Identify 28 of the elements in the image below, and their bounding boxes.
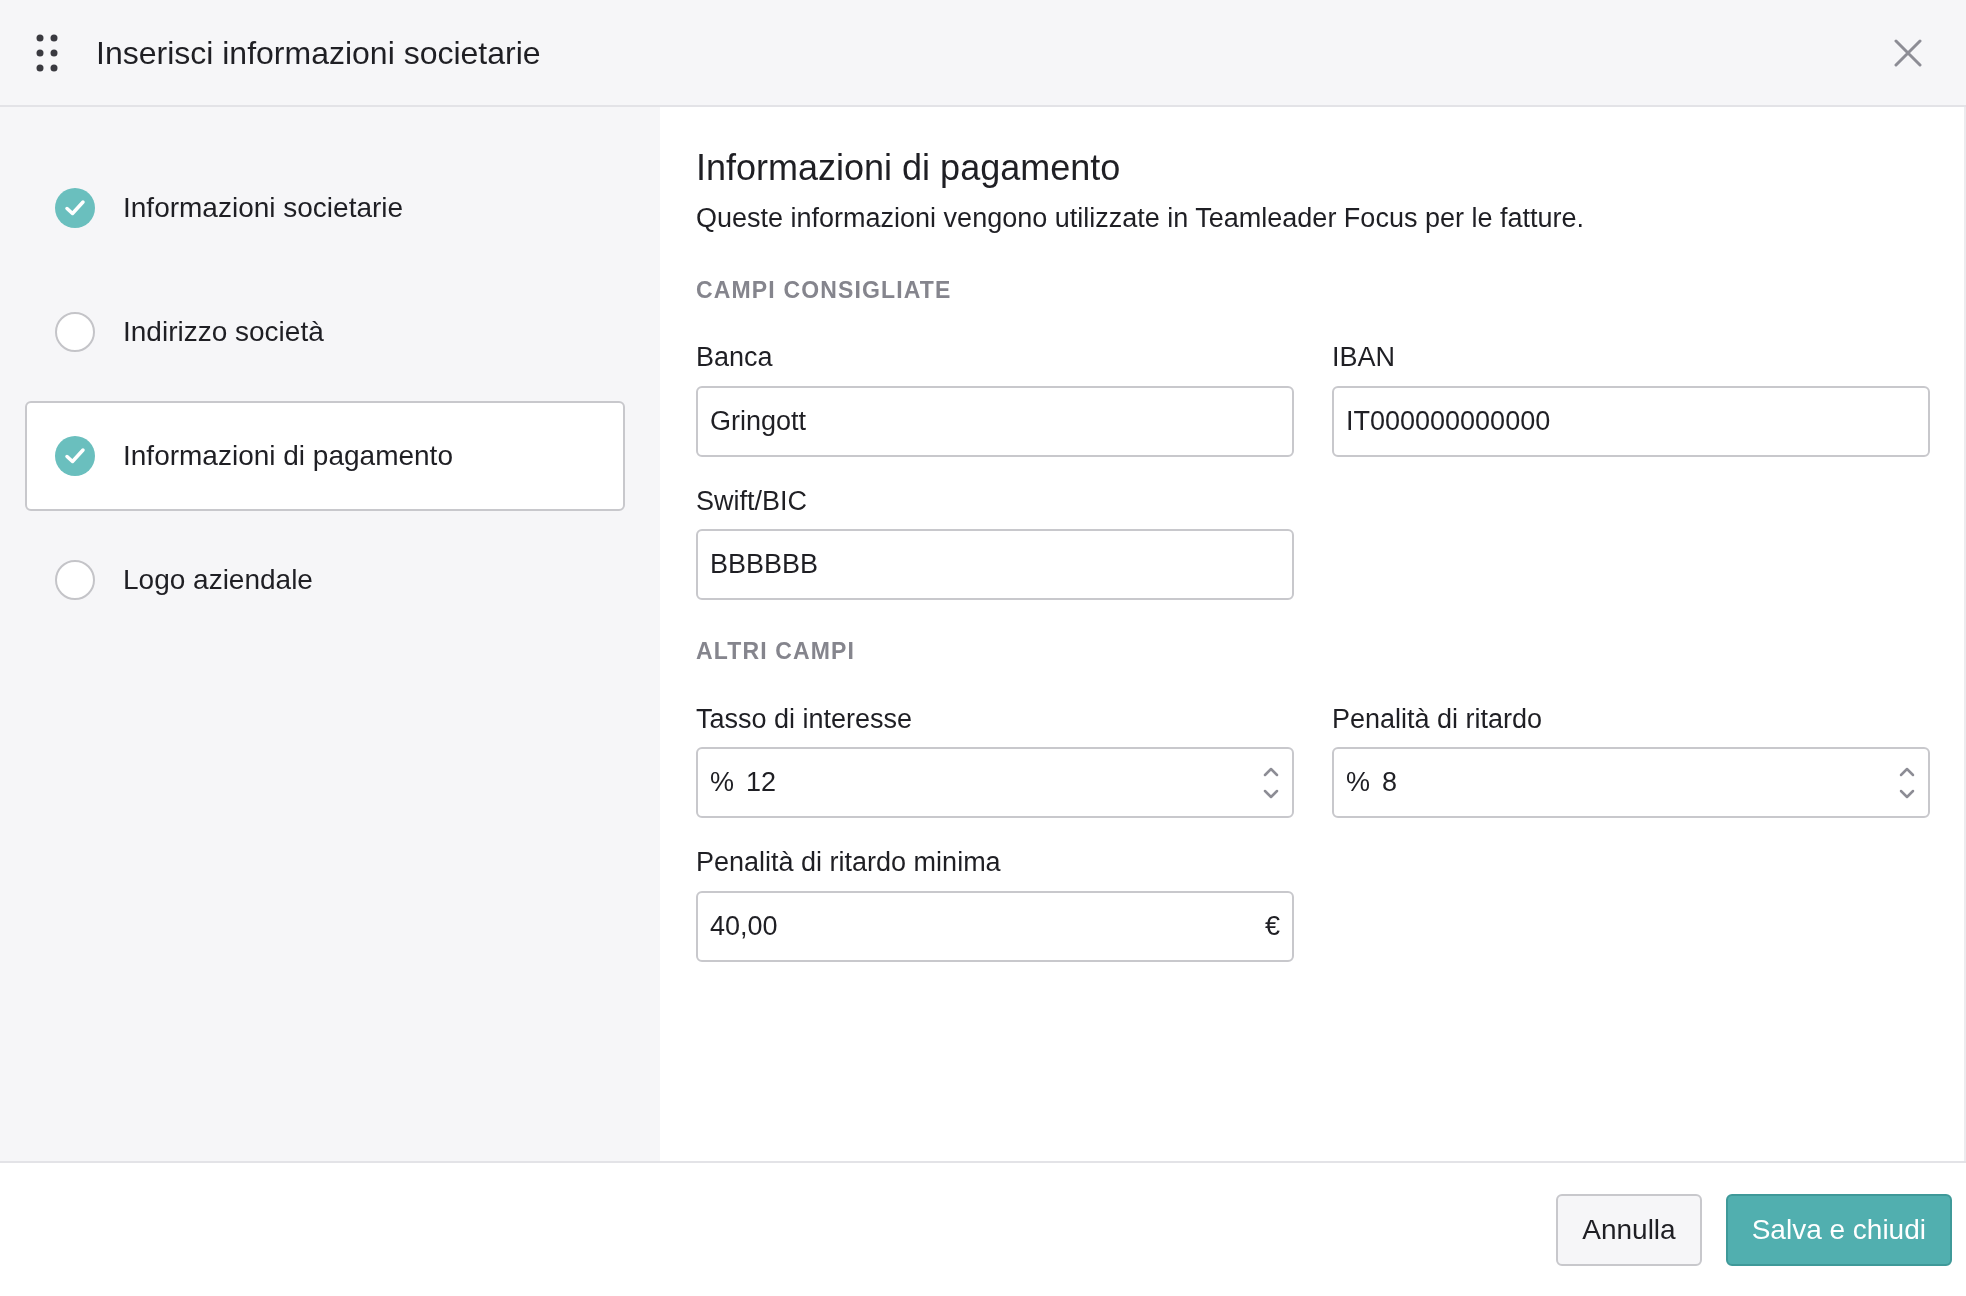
field-label: Tasso di interesse [696,702,914,736]
section-heading: CAMPI CONSIGLIATE [696,275,953,305]
section-heading: ALTRI CAMPI [696,637,857,666]
step-item[interactable]: Informazioni societarie [25,153,625,263]
close-icon[interactable] [1894,38,1922,67]
field-label: Penalità di ritardo minima [696,846,1002,879]
step-label: Informazioni societarie [123,191,404,225]
field-label: Swift/BIC [696,484,809,518]
cancel-button[interactable]: Annulla [1556,1193,1702,1266]
step-item[interactable]: Indirizzo società [25,277,625,387]
step-label: Logo aziendale [123,563,313,597]
step-item[interactable]: Logo aziendale [25,525,625,635]
field-label: Banca [696,341,774,374]
window-title: Inserisci informazioni societarie [96,33,542,73]
input-field[interactable]: IT000000000000 [1332,385,1930,457]
section-title: Informazioni di pagamento [696,146,1122,190]
input-field[interactable]: Gringott [696,385,1294,457]
step-item[interactable]: Informazioni di pagamento [25,401,625,511]
step-label: Informazioni di pagamento [123,439,453,473]
field-label: Penalità di ritardo [1332,702,1544,736]
number-field[interactable]: % 8 [1332,747,1930,818]
currency-field[interactable]: 40,00 € [696,890,1294,962]
input-field[interactable]: BBBBBB [696,529,1294,600]
drag-handle-icon[interactable] [36,33,58,72]
step-label: Indirizzo società [123,315,324,349]
description: Queste informazioni vengono utilizzate in Teamleader Focus per le fatture. [696,202,1585,235]
number-field[interactable]: % 12 [696,747,1294,818]
field-label: IBAN [1332,341,1397,374]
